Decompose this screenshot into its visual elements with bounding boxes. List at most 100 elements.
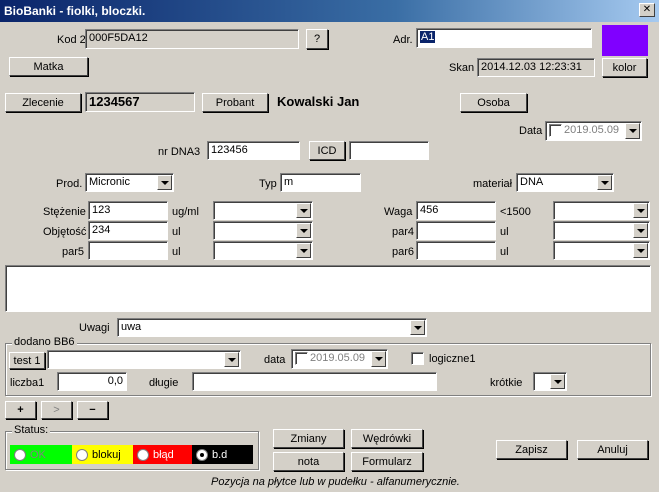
material-label: materiał bbox=[473, 178, 513, 190]
prod-select-value: Micronic bbox=[89, 176, 130, 188]
matka-button[interactable]: Matka bbox=[9, 57, 88, 76]
status-radio-icon[interactable] bbox=[137, 448, 149, 461]
dlugie-field[interactable] bbox=[192, 372, 437, 391]
data-checkbox[interactable] bbox=[549, 124, 562, 137]
status-option-1[interactable]: blokuj bbox=[72, 445, 133, 464]
zapisz-button[interactable]: Zapisz bbox=[496, 440, 567, 459]
krotkie-label: krótkie bbox=[490, 377, 523, 389]
chevron-down-icon[interactable] bbox=[296, 203, 311, 218]
material-select-value: DNA bbox=[520, 176, 544, 188]
status-radio-icon[interactable] bbox=[196, 448, 208, 461]
test-button[interactable]: test 1 bbox=[9, 352, 45, 369]
objetosc-unit: ul bbox=[172, 226, 181, 238]
prod-select[interactable]: Micronic bbox=[85, 173, 174, 192]
color-swatch bbox=[602, 25, 648, 56]
kod2d-field[interactable]: 000F5DA12 bbox=[85, 29, 299, 49]
objetosc-label: Objętość bbox=[43, 226, 87, 238]
uwagi-select-value: uwa bbox=[121, 321, 142, 333]
nota-button[interactable]: nota bbox=[273, 452, 344, 471]
formularz-button[interactable]: Formularz bbox=[351, 452, 423, 471]
close-button[interactable]: ✕ bbox=[639, 3, 655, 17]
objetosc-unit-select[interactable] bbox=[213, 221, 313, 240]
stezenie-unit: ug/ml bbox=[172, 206, 199, 218]
chevron-down-icon[interactable] bbox=[633, 203, 648, 218]
par5-unit: ul bbox=[172, 246, 181, 258]
bb6-date-value: 2019.05.09 bbox=[310, 352, 366, 364]
kolor-button[interactable]: kolor bbox=[602, 58, 647, 77]
krotkie-select[interactable] bbox=[533, 372, 567, 391]
adr-label: Adr. bbox=[393, 34, 413, 46]
par4-label: par4 bbox=[392, 226, 415, 238]
zlecenie-button[interactable]: Zlecenie bbox=[5, 93, 81, 112]
par5-label: par5 bbox=[62, 246, 85, 258]
uwagi-select[interactable]: uwa bbox=[117, 318, 427, 337]
prod-label: Prod. bbox=[56, 178, 83, 190]
stezenie-label: Stężenie bbox=[43, 206, 86, 218]
bb6-date-checkbox[interactable] bbox=[295, 352, 308, 365]
par6-field[interactable] bbox=[416, 241, 496, 260]
test-select[interactable] bbox=[47, 350, 241, 369]
next-record-button[interactable]: > bbox=[41, 401, 72, 419]
anuluj-button[interactable]: Anuluj bbox=[577, 440, 648, 459]
add-record-button[interactable]: + bbox=[5, 401, 36, 419]
status-radio-icon[interactable] bbox=[14, 448, 26, 461]
par5-unit-select[interactable] bbox=[213, 241, 313, 260]
kod2d-help-button[interactable]: ? bbox=[306, 29, 328, 49]
par4-field[interactable] bbox=[416, 221, 496, 240]
waga-field[interactable]: 456 bbox=[416, 201, 496, 220]
status-label: Status: bbox=[12, 424, 51, 436]
stezenie-field[interactable]: 123 bbox=[88, 201, 168, 220]
chevron-down-icon[interactable] bbox=[625, 123, 640, 139]
logiczne-checkbox[interactable] bbox=[411, 352, 424, 365]
title-bar: BioBanki - fiolki, bloczki. ✕ bbox=[0, 0, 659, 22]
chevron-down-icon[interactable] bbox=[550, 374, 565, 389]
liczba-field[interactable]: 0,0 bbox=[57, 372, 127, 391]
zlecenie-field[interactable]: 1234567 bbox=[85, 92, 195, 112]
bb6-date-picker[interactable]: 2019.05.09 bbox=[291, 349, 388, 369]
window-title: BioBanki - fiolki, bloczki. bbox=[4, 4, 146, 18]
objetosc-field[interactable]: 234 bbox=[88, 221, 168, 240]
icd-field[interactable] bbox=[349, 141, 429, 160]
probant-button[interactable]: Probant bbox=[202, 93, 268, 112]
zmiany-button[interactable]: Zmiany bbox=[273, 429, 344, 448]
status-option-label: b.d bbox=[212, 448, 228, 461]
chevron-down-icon[interactable] bbox=[296, 243, 311, 258]
status-option-2[interactable]: błąd bbox=[133, 445, 192, 464]
bb6-group-label: dodano BB6 bbox=[12, 336, 77, 348]
chevron-down-icon[interactable] bbox=[597, 175, 612, 190]
chevron-down-icon[interactable] bbox=[633, 243, 648, 258]
waga-unit: <1500 bbox=[500, 206, 531, 218]
skan-label: Skan bbox=[449, 62, 475, 74]
bb6-data-label: data bbox=[264, 354, 286, 366]
data-date-value: 2019.05.09 bbox=[564, 124, 620, 136]
status-option-3[interactable]: b.d bbox=[192, 445, 253, 464]
skan-field[interactable]: 2014.12.03 12:23:31 bbox=[477, 58, 595, 77]
nrdna-field[interactable]: 123456 bbox=[207, 141, 300, 160]
data-date-picker[interactable]: 2019.05.09 bbox=[545, 121, 642, 141]
status-option-label: blokuj bbox=[92, 448, 121, 461]
adr-field[interactable]: A1 bbox=[416, 28, 592, 48]
par4-unit-select[interactable] bbox=[553, 221, 650, 240]
chevron-down-icon[interactable] bbox=[410, 320, 425, 335]
icd-button[interactable]: ICD bbox=[309, 141, 345, 160]
stezenie-unit-select[interactable] bbox=[213, 201, 313, 220]
chevron-down-icon[interactable] bbox=[224, 352, 239, 367]
par5-field[interactable] bbox=[88, 241, 168, 260]
remove-record-button[interactable]: − bbox=[77, 401, 108, 419]
waga-unit-select[interactable] bbox=[553, 201, 650, 220]
chevron-down-icon[interactable] bbox=[633, 223, 648, 238]
chevron-down-icon[interactable] bbox=[157, 175, 172, 190]
uwagi-label: Uwagi bbox=[79, 322, 110, 334]
status-radio-icon[interactable] bbox=[76, 448, 88, 461]
notes-textarea[interactable] bbox=[5, 265, 651, 312]
status-option-0[interactable]: OK bbox=[10, 445, 72, 464]
wedrowki-button[interactable]: Wędrówki bbox=[351, 429, 423, 448]
material-select[interactable]: DNA bbox=[516, 173, 614, 192]
probant-name: Kowalski Jan bbox=[277, 94, 360, 109]
data-label: Data bbox=[519, 125, 543, 137]
typ-field[interactable]: m bbox=[280, 173, 361, 192]
par6-unit-select[interactable] bbox=[553, 241, 650, 260]
chevron-down-icon[interactable] bbox=[371, 351, 386, 367]
chevron-down-icon[interactable] bbox=[296, 223, 311, 238]
osoba-button[interactable]: Osoba bbox=[460, 93, 527, 112]
